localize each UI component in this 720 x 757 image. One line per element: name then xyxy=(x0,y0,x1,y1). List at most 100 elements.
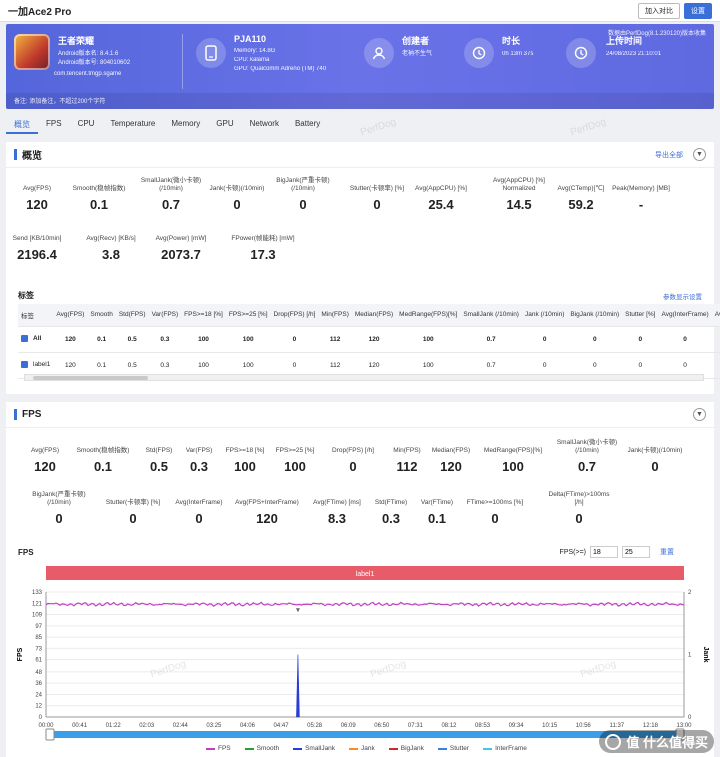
duration-info: 时长 0h 13m 37s xyxy=(502,34,533,59)
overview-header: 概览 导出全部 ▼ xyxy=(6,142,714,168)
table-header-cell[interactable]: Avg(InterFrame) xyxy=(658,304,712,327)
tab-temperature[interactable]: Temperature xyxy=(102,116,163,134)
legend-label: BigJank xyxy=(400,745,424,752)
note-bar[interactable] xyxy=(6,93,714,109)
legend-item[interactable]: SmallJank xyxy=(293,745,335,752)
param-settings-link[interactable]: 参数显示设置 xyxy=(663,291,702,301)
metric-value: - xyxy=(638,197,644,212)
label-band-text: label1 xyxy=(356,571,375,578)
creator-label: 创建者 xyxy=(402,36,430,46)
legend-item[interactable]: InterFrame xyxy=(483,745,527,752)
table-header-cell[interactable]: Smooth xyxy=(87,304,116,327)
table-header-cell[interactable]: Av xyxy=(711,304,720,327)
metric-label: BigJank(严重卡顿)(/10min) xyxy=(32,491,86,506)
x-tick-label: 12:18 xyxy=(643,723,659,729)
y-tick-label: 85 xyxy=(35,635,42,641)
fps-title: FPS xyxy=(22,409,42,420)
table-cell: 0 xyxy=(622,326,659,353)
slider-left-handle xyxy=(45,728,55,741)
fps-threshold-18-input[interactable] xyxy=(590,546,618,558)
settings-button[interactable]: 设置 xyxy=(684,2,712,19)
y-axis-label: FPS xyxy=(17,647,24,661)
tab-network[interactable]: Network xyxy=(242,116,287,134)
reset-link[interactable]: 重置 xyxy=(660,547,674,557)
scrollbar-thumb[interactable] xyxy=(33,376,148,380)
metric-value: 0 xyxy=(129,511,137,526)
duration-label: 时长 xyxy=(502,36,521,46)
metric-item: Avg(FPS) 120 xyxy=(2,176,72,212)
device-info: PJA110 Memory: 14.8G CPU: kalama GPU: Qu… xyxy=(234,34,326,74)
device-gpu: GPU: Qualcomm Adreno (TM) 740 xyxy=(234,66,327,72)
upload-info: 上传时间 24/08/2023 21:10:01 xyxy=(606,34,661,59)
tab-overview[interactable]: 概览 xyxy=(6,116,38,134)
x-tick-label: 08:12 xyxy=(441,723,457,729)
legend-item[interactable]: Jank xyxy=(349,745,375,752)
table-header-cell[interactable]: 标签 xyxy=(18,304,54,327)
y-tick-label: 12 xyxy=(35,704,42,710)
legend-item[interactable]: Stutter xyxy=(437,745,469,752)
table-header-cell[interactable]: Median(FPS) xyxy=(351,304,397,327)
table-header-cell[interactable]: FPS>=25 [%] xyxy=(225,304,271,327)
legend-item[interactable]: BigJank xyxy=(388,745,424,752)
add-compare-button[interactable]: 加入对比 xyxy=(638,2,680,19)
metric-item: Stutter(卡顿率) [%] 0 xyxy=(342,176,412,212)
x-tick-label: 03:25 xyxy=(206,723,222,729)
table-horizontal-scrollbar[interactable] xyxy=(24,374,704,381)
table-cell: 120 xyxy=(53,326,88,353)
legend-item[interactable]: FPS xyxy=(206,745,231,752)
metric-label: Smooth(稳帧指数) xyxy=(72,185,126,192)
table-header-cell[interactable]: Std(FPS) xyxy=(115,304,149,327)
duration-value: 0h 13m 37s xyxy=(502,51,534,57)
x-tick-label: 00:41 xyxy=(72,723,88,729)
metric-item: Jank(卡顿)(/10min) 0 xyxy=(620,438,690,474)
legend-item[interactable]: Smooth xyxy=(244,745,279,752)
table-header-cell[interactable]: MedRange(FPS)[%] xyxy=(396,304,461,327)
export-all-link[interactable]: 导出全部 xyxy=(655,150,683,160)
tab-cpu[interactable]: CPU xyxy=(70,116,103,134)
collapse-chevron-icon[interactable]: ▼ xyxy=(693,148,706,161)
note-text[interactable]: 备注: 添加备注，不超过200个字符 xyxy=(14,96,105,105)
table-header-cell[interactable]: BigJank (/10min) xyxy=(567,304,623,327)
table-cell xyxy=(711,326,720,353)
tab-gpu[interactable]: GPU xyxy=(208,116,241,134)
metric-label: SmallJank(微小卡顿)(/10min) xyxy=(140,177,202,192)
tab-fps[interactable]: FPS xyxy=(38,116,70,134)
x-tick-label: 02:44 xyxy=(173,723,189,729)
table-cell: 0 xyxy=(270,326,319,353)
device-cpu: CPU: kalama xyxy=(234,57,270,63)
user-icon xyxy=(364,38,394,68)
table-header-cell[interactable]: Stutter [%] xyxy=(622,304,659,327)
row-label: label1 xyxy=(33,361,51,369)
metric-item: Avg(Power) [mW] 2073.7 xyxy=(146,226,216,262)
site-watermark: 值 什么值得买 xyxy=(599,730,714,753)
metric-value: 0 xyxy=(55,511,63,526)
metric-item: FTime>=100ms [%] 0 xyxy=(460,490,530,526)
x-tick-label: 01:22 xyxy=(106,723,122,729)
row-label: All xyxy=(33,335,42,343)
tab-memory[interactable]: Memory xyxy=(163,116,208,134)
row-checkbox[interactable] xyxy=(21,361,28,369)
table-header-cell[interactable]: Min(FPS) xyxy=(318,304,352,327)
legend-swatch xyxy=(206,747,215,750)
label-section-title: 标签 xyxy=(18,291,34,300)
x-tick-label: 13:00 xyxy=(676,723,692,729)
table-row[interactable]: All 120 0.1 0.5 0.3 100 100 0 112 120 100 0.7 0 0 0 0 xyxy=(18,326,720,353)
tab-battery[interactable]: Battery xyxy=(287,116,328,134)
metric-value: 25.4 xyxy=(428,197,454,212)
table-header-cell[interactable]: Var(FPS) xyxy=(148,304,182,327)
metric-value: 3.8 xyxy=(101,247,121,262)
table-header-cell[interactable]: Jank (/10min) xyxy=(521,304,568,327)
legend-label: SmallJank xyxy=(305,745,336,752)
x-tick-label: 08:53 xyxy=(475,723,491,729)
label-table: 标签 Avg(FPS) Smooth Std(FPS) Var(FPS) FPS>=18 … xyxy=(18,304,720,379)
fps-collapse-chevron-icon[interactable]: ▼ xyxy=(693,408,706,421)
table-header-cell[interactable]: SmallJank (/10min) xyxy=(460,304,522,327)
table-cell: 0.3 xyxy=(148,326,182,353)
x-tick-label: 06:09 xyxy=(341,723,357,729)
fps-threshold-25-input[interactable] xyxy=(622,546,650,558)
metric-label: Jank(卡顿)(/10min) xyxy=(209,185,265,192)
table-header-cell[interactable]: FPS>=18 [%] xyxy=(181,304,226,327)
table-header-cell[interactable]: Avg(FPS) xyxy=(53,304,88,327)
row-checkbox[interactable] xyxy=(21,335,28,343)
table-header-cell[interactable]: Drop(FPS) [/h] xyxy=(270,304,319,327)
